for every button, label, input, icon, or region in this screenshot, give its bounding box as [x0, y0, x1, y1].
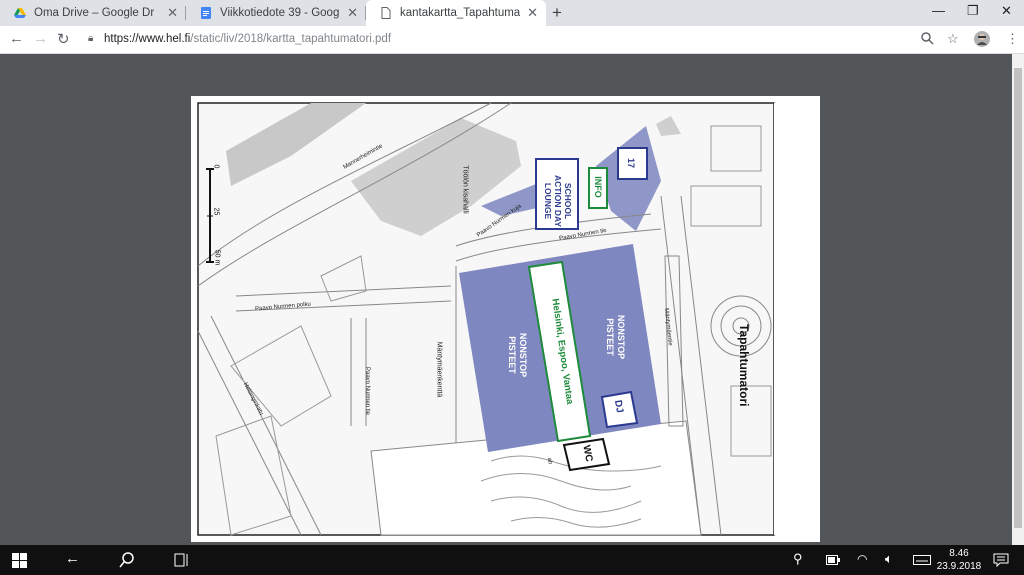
- battery-icon[interactable]: [826, 555, 840, 565]
- menu-icon[interactable]: ⋮: [1006, 31, 1019, 47]
- close-window-icon[interactable]: ✕: [1001, 3, 1012, 19]
- tab-label: kantakartta_Tapahtumatori_Mänt: [400, 7, 520, 19]
- bookmark-star-icon[interactable]: ☆: [947, 31, 959, 47]
- tab-label: Viikkotiedote 39 - Google Docs: [220, 7, 340, 19]
- tab-bar: Oma Drive – Google Drive ✕ Viikkotiedote…: [0, 0, 1024, 26]
- profile-avatar-icon[interactable]: [974, 31, 990, 47]
- map-title: Tapahtumatori: [737, 324, 751, 407]
- nonstop-line: NONSTOP: [518, 332, 528, 378]
- tab-label: Oma Drive – Google Drive: [34, 7, 154, 19]
- close-icon[interactable]: ✕: [527, 6, 538, 20]
- volume-icon[interactable]: 🔈︎: [885, 551, 893, 567]
- close-icon[interactable]: ✕: [167, 6, 178, 20]
- taskbar: ← ⚲ ◠ 🔈︎ 8.46 23.9.2018: [0, 545, 1024, 575]
- back-icon[interactable]: ←: [9, 30, 24, 47]
- zoom-icon[interactable]: [921, 32, 934, 45]
- dj-label: DJ: [611, 399, 625, 414]
- clock[interactable]: 8.46 23.9.2018: [934, 547, 984, 573]
- toolbar: ← → ↻ 🔒︎ https://www.hel.fi/static/liv/2…: [0, 26, 1024, 54]
- wifi-icon[interactable]: ◠: [857, 552, 867, 566]
- url-path: /static/liv/2018/kartta_tapahtumatori.pd…: [190, 33, 392, 45]
- clock-date: 23.9.2018: [936, 561, 982, 572]
- school-line: SCHOOL: [563, 182, 573, 220]
- pdf-page: Tapahtumatori 0 25 50 m Mannerheimintie …: [191, 96, 820, 542]
- new-tab-icon[interactable]: +: [552, 3, 562, 23]
- nonstop-pisteet-right-label: NONSTOP PISTEET: [604, 307, 626, 367]
- scale-end: 50 m: [213, 249, 221, 266]
- nonstop-pisteet-left-label: NONSTOP PISTEET: [506, 325, 528, 385]
- windows-start-icon[interactable]: [12, 553, 27, 568]
- pdf-viewer: Tapahtumatori 0 25 50 m Mannerheimintie …: [0, 54, 1012, 545]
- reload-icon[interactable]: ↻: [57, 30, 70, 48]
- task-view-icon[interactable]: [174, 553, 190, 567]
- building-toolon-kisahalli: Töölön kisahalli: [461, 165, 469, 214]
- notifications-icon[interactable]: [993, 553, 1009, 567]
- tab-google-docs[interactable]: Viikkotiedote 39 - Google Docs ✕: [186, 0, 366, 26]
- scale-zero: 0: [212, 164, 220, 169]
- keyboard-icon[interactable]: [913, 555, 931, 565]
- pisteet-line: PISTEET: [605, 318, 615, 356]
- back-arrow-icon[interactable]: ←: [65, 550, 80, 567]
- area-mantymaenkentta: Mäntymäenkenttä: [435, 341, 443, 398]
- pisteet-line: PISTEET: [507, 336, 517, 374]
- tab-google-drive[interactable]: Oma Drive – Google Drive ✕: [0, 0, 186, 26]
- clock-time: 8.46: [949, 548, 969, 559]
- minimize-icon[interactable]: —: [932, 3, 945, 18]
- lounge-line: LOUNGE: [543, 182, 553, 220]
- restore-icon[interactable]: ❐: [967, 3, 979, 19]
- nonstop-line: NONSTOP: [616, 314, 626, 360]
- scale-mid: 25: [212, 207, 220, 216]
- ab-label: ab: [545, 457, 553, 465]
- tab-map-pdf[interactable]: kantakartta_Tapahtumatori_Mänt ✕: [366, 0, 546, 26]
- search-icon[interactable]: [119, 552, 135, 568]
- forward-icon[interactable]: →: [33, 30, 48, 47]
- school-action-day-lounge-label: SCHOOL ACTION DAY LOUNGE: [543, 173, 573, 229]
- scrollbar[interactable]: [1012, 54, 1024, 545]
- info-label: INFO: [592, 176, 603, 198]
- scrollbar-thumb[interactable]: [1014, 68, 1022, 528]
- close-icon[interactable]: ✕: [347, 6, 358, 20]
- street-paavo-nurmen-tie-left: Paavo Nurmen tie: [364, 366, 371, 416]
- url-host: https://www.hel.fi: [104, 33, 191, 45]
- number-17-label: 17: [626, 157, 637, 169]
- address-bar[interactable]: https://www.hel.fi/static/liv/2018/kartt…: [104, 33, 391, 45]
- action-day-line: ACTION DAY: [553, 174, 563, 228]
- lock-icon: 🔒︎: [88, 33, 94, 44]
- document-icon: [381, 7, 391, 19]
- google-drive-icon: [14, 8, 26, 18]
- google-docs-icon: [201, 7, 211, 19]
- people-icon[interactable]: ⚲: [793, 551, 803, 567]
- event-map: [197, 102, 814, 536]
